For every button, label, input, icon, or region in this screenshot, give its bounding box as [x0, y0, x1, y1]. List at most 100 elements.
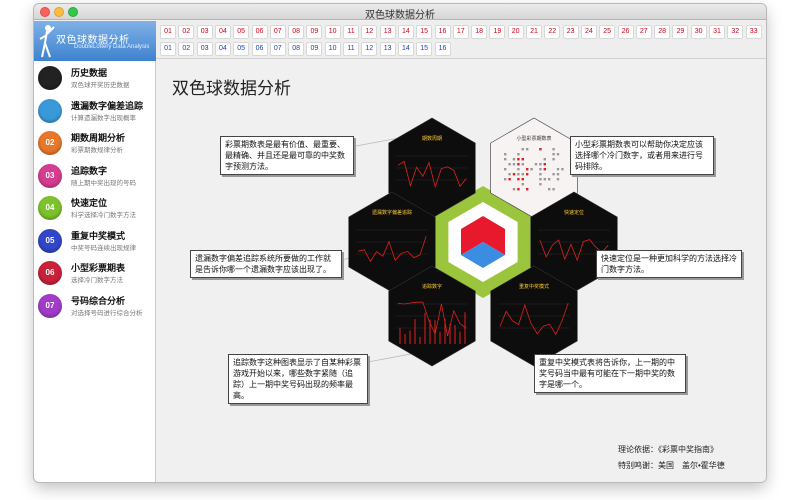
red-ball-button[interactable]: 02: [178, 25, 195, 39]
red-ball-button[interactable]: 31: [709, 25, 725, 39]
red-ball-button[interactable]: 15: [416, 25, 433, 39]
blue-ball-button[interactable]: 02: [178, 42, 195, 56]
red-ball-button[interactable]: 04: [214, 25, 231, 39]
callout-bottom-left: 追踪数字这种图表显示了自某种彩票游戏开始以来，哪些数字紧随（追踪）上一期中奖号码…: [228, 354, 368, 404]
app-window: 双色球数据分析 双色球数据分析 DoubleLottery Data Analy…: [34, 4, 766, 482]
blue-ball-button[interactable]: 06: [251, 42, 268, 56]
hexagon-grid-cell: [539, 173, 542, 176]
hexagon-grid-cell: [517, 158, 520, 161]
blue-ball-button[interactable]: 10: [324, 42, 341, 56]
red-ball-button[interactable]: 24: [580, 25, 597, 39]
sidebar-item-label: 追踪数字: [71, 165, 108, 176]
hexagon-grid-cell: [539, 178, 542, 181]
hexagon-grid-cell: [534, 163, 538, 166]
hexagon-label: 重复中奖模式: [519, 283, 549, 290]
sidebar-item[interactable]: 03 追踪数字 随上期中奖出现的号码: [34, 161, 156, 193]
hexagon-grid-cell: [543, 158, 546, 161]
hexagon-grid-cell: [556, 178, 560, 181]
red-ball-button[interactable]: 05: [233, 25, 250, 39]
red-ball-button[interactable]: 06: [251, 25, 268, 39]
hexagon-grid-cell: [556, 168, 560, 171]
red-ball-button[interactable]: 07: [269, 25, 286, 39]
red-ball-button[interactable]: 26: [617, 25, 634, 39]
hexagon-grid-cell: [504, 153, 507, 156]
hexagon-grid-cell: [543, 163, 546, 166]
hexagon-grid-cell: [512, 173, 516, 176]
sidebar-item-subtitle: 选择冷门数字方法: [71, 277, 123, 284]
sidebar-item[interactable]: 07 号码综合分析 对选择号码进行综合分析: [34, 291, 156, 323]
red-ball-button[interactable]: 32: [727, 25, 744, 39]
hexagon-grid-cell: [552, 188, 555, 191]
red-ball-button[interactable]: 33: [745, 25, 762, 39]
sidebar-item[interactable]: 06 小型彩票期表 选择冷门数字方法: [34, 258, 156, 290]
blue-ball-button[interactable]: 04: [214, 42, 231, 56]
red-ball-button[interactable]: 14: [397, 25, 414, 39]
red-ball-button[interactable]: 03: [196, 25, 213, 39]
red-ball-button[interactable]: 16: [434, 25, 451, 39]
hexagon-label: 追踪数字: [422, 283, 442, 290]
red-ball-button[interactable]: 17: [452, 25, 469, 39]
hexagon-grid-cell: [521, 148, 524, 151]
red-ball-button[interactable]: 18: [471, 25, 488, 39]
sidebar-item[interactable]: 遗漏数字偏差追踪 计算遗漏数字出现概率: [34, 96, 156, 128]
sidebar-item-subtitle: 双色球开奖历史数据: [71, 82, 130, 89]
blue-ball-button[interactable]: 01: [160, 42, 176, 56]
blue-ball-button[interactable]: 03: [196, 42, 213, 56]
balls-icon: 05: [38, 228, 62, 253]
red-ball-button[interactable]: 28: [654, 25, 671, 39]
red-ball-button[interactable]: 23: [562, 25, 579, 39]
blue-ball-button[interactable]: 14: [397, 42, 414, 56]
sidebar-item[interactable]: 04 快速定位 科学选择冷门数字方法: [34, 193, 156, 225]
hexagon-grid-cell: [512, 188, 516, 191]
red-ball-button[interactable]: 12: [361, 25, 378, 39]
red-ball-button[interactable]: 22: [544, 25, 561, 39]
red-ball-button[interactable]: 25: [599, 25, 616, 39]
window-title: 双色球数据分析: [365, 10, 435, 21]
sidebar-item-subtitle: 中奖号码连续出现规律: [71, 244, 136, 252]
red-ball-button[interactable]: 19: [489, 25, 506, 39]
hexagon-grid-cell: [517, 153, 520, 156]
red-ball-button[interactable]: 30: [690, 25, 707, 39]
red-ball-button[interactable]: 27: [635, 25, 652, 39]
hexagon-grid-cell: [548, 188, 551, 191]
sidebar-item-label: 小型彩票期表: [71, 263, 126, 273]
hexagon-grid-cell: [504, 158, 507, 161]
blue-ball-button[interactable]: 15: [416, 42, 433, 56]
hexagon-grid-cell: [556, 153, 560, 156]
blue-ball-button[interactable]: 12: [361, 42, 378, 56]
hexagon-grid-cell: [539, 183, 542, 186]
hexagon-grid-cell: [543, 178, 546, 181]
blue-ball-button[interactable]: 05: [233, 42, 250, 56]
main-content: 双色球数据分析 期数周期 小型彩票期数表 遗漏数字偏差追踪 快速定位 追踪数字 重复中奖模…: [156, 60, 766, 482]
hexagon-grid-cell: [512, 163, 516, 166]
special-thanks: 特别鸣谢：美国 盖尔•霍华德: [618, 461, 725, 470]
sidebar-item-label: 期数周期分析: [71, 133, 126, 143]
hexagon-grid-cell: [530, 168, 533, 171]
sidebar-item[interactable]: 历史数据 双色球开奖历史数据: [34, 63, 156, 95]
magnifier-icon: [38, 98, 62, 123]
red-ball-button[interactable]: 11: [343, 25, 359, 39]
sidebar-item[interactable]: 05 重复中奖模式 中奖号码连续出现规律: [34, 226, 156, 258]
blue-ball-button[interactable]: 11: [343, 42, 359, 56]
blue-ball-button[interactable]: 13: [379, 42, 396, 56]
blue-ball-button[interactable]: 16: [434, 42, 451, 56]
balls-icon: 03: [38, 163, 62, 188]
red-ball-button[interactable]: 13: [379, 25, 396, 39]
red-ball-button[interactable]: 29: [672, 25, 689, 39]
red-ball-button[interactable]: 08: [288, 25, 305, 39]
red-ball-button[interactable]: 01: [160, 25, 176, 39]
red-ball-button[interactable]: 10: [324, 25, 341, 39]
blue-ball-button[interactable]: 08: [288, 42, 305, 56]
red-ball-button[interactable]: 20: [507, 25, 524, 39]
sidebar-item[interactable]: 02 期数周期分析 彩票期数规律分析: [34, 128, 156, 160]
blue-ball-button[interactable]: 07: [269, 42, 286, 56]
red-ball-button[interactable]: 21: [526, 25, 542, 39]
hexagon-grid-cell: [548, 178, 551, 181]
sidebar-item-label: 遗漏数字偏差追踪: [71, 100, 144, 111]
red-ball-button[interactable]: 09: [306, 25, 323, 39]
sidebar-item-subtitle: 对选择号码进行综合分析: [71, 309, 143, 317]
hexagon-grid-cell: [521, 178, 524, 181]
app-logo: 双色球数据分析 DoubleLottery Data Analysis: [34, 21, 156, 61]
hexagon-grid-cell: [517, 173, 520, 176]
blue-ball-button[interactable]: 09: [306, 42, 323, 56]
